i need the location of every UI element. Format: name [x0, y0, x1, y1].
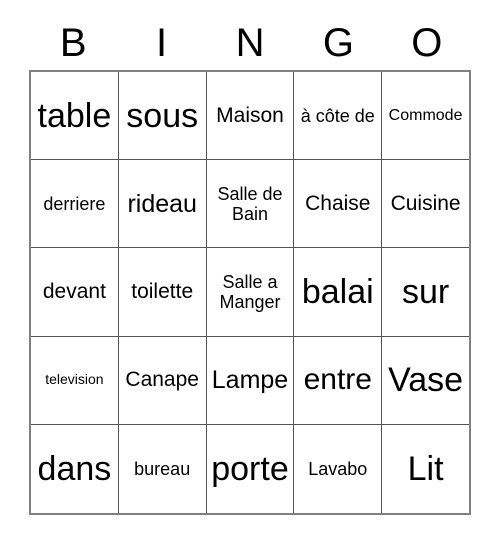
- bingo-cell[interactable]: dans: [31, 424, 119, 514]
- bingo-cell[interactable]: bureau: [119, 424, 207, 514]
- bingo-row-5: dans bureau porte Lavabo Lit: [31, 424, 469, 514]
- bingo-cell[interactable]: Lavabo: [294, 424, 383, 514]
- bingo-grid: table sous Maison à côte de Commode derr…: [29, 70, 471, 515]
- bingo-cell[interactable]: Lampe: [206, 336, 295, 425]
- bingo-cell[interactable]: Maison: [206, 72, 295, 161]
- bingo-header: B I N G O: [29, 18, 471, 68]
- bingo-row-3: devant toilette Salle a Manger balai sur: [31, 248, 469, 337]
- bingo-card: B I N G O table sous Maison à côte de Co…: [0, 0, 500, 544]
- header-letter-g: G: [322, 21, 354, 65]
- bingo-cell[interactable]: derriere: [31, 160, 119, 249]
- bingo-cell[interactable]: Cuisine: [382, 160, 469, 249]
- header-letter-o: O: [411, 21, 443, 65]
- bingo-cell[interactable]: table: [31, 72, 119, 161]
- bingo-cell[interactable]: entre: [294, 336, 383, 425]
- bingo-cell[interactable]: Commode: [382, 72, 469, 161]
- bingo-row-2: derriere rideau Salle de Bain Chaise Cui…: [31, 160, 469, 249]
- bingo-cell[interactable]: sur: [382, 248, 469, 337]
- bingo-row-1: table sous Maison à côte de Commode: [31, 72, 469, 161]
- bingo-cell[interactable]: à côte de: [294, 72, 383, 161]
- bingo-cell[interactable]: Salle a Manger: [206, 248, 295, 337]
- bingo-cell[interactable]: Canape: [118, 336, 207, 425]
- bingo-cell[interactable]: toilette: [118, 248, 207, 337]
- header-letter-n: N: [235, 21, 265, 65]
- bingo-cell[interactable]: devant: [31, 248, 119, 337]
- bingo-cell[interactable]: sous: [118, 72, 207, 161]
- bingo-cell[interactable]: Salle de Bain: [206, 160, 295, 249]
- bingo-cell[interactable]: rideau: [118, 160, 207, 249]
- header-letter-i: I: [156, 21, 168, 65]
- bingo-cell[interactable]: television: [31, 336, 119, 425]
- bingo-cell[interactable]: Lit: [382, 425, 469, 513]
- bingo-cell[interactable]: Chaise: [294, 160, 383, 249]
- bingo-row-4: television Canape Lampe entre Vase: [31, 336, 469, 425]
- bingo-cell[interactable]: balai: [294, 248, 383, 337]
- bingo-cell[interactable]: Vase: [382, 337, 469, 425]
- header-letter-b: B: [59, 21, 87, 65]
- bingo-cell[interactable]: porte: [207, 424, 295, 514]
